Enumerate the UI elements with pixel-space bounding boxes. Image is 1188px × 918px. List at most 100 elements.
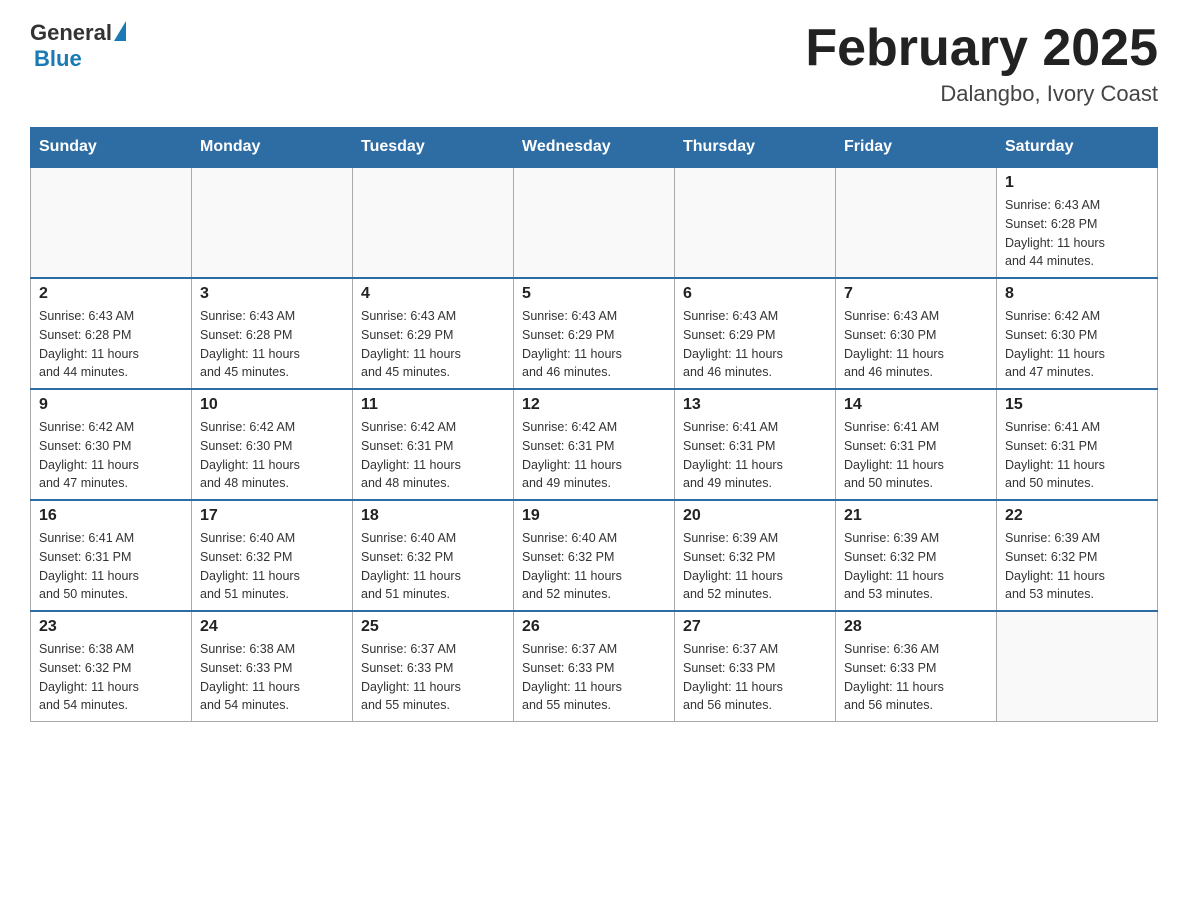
day-info: Sunrise: 6:42 AM Sunset: 6:31 PM Dayligh…: [522, 418, 666, 493]
calendar-cell: 2 Sunrise: 6:43 AM Sunset: 6:28 PM Daylig…: [31, 278, 192, 389]
day-info: Sunrise: 6:43 AM Sunset: 6:28 PM Dayligh…: [200, 307, 344, 382]
calendar-cell: 9 Sunrise: 6:42 AM Sunset: 6:30 PM Daylig…: [31, 389, 192, 500]
calendar-title: February 2025: [805, 20, 1158, 77]
day-info: Sunrise: 6:37 AM Sunset: 6:33 PM Dayligh…: [683, 640, 827, 715]
week-row-3: 9 Sunrise: 6:42 AM Sunset: 6:30 PM Daylig…: [31, 389, 1158, 500]
calendar-cell: 26 Sunrise: 6:37 AM Sunset: 6:33 PM Dayli…: [514, 611, 675, 722]
calendar-cell: 7 Sunrise: 6:43 AM Sunset: 6:30 PM Daylig…: [836, 278, 997, 389]
calendar-cell: 27 Sunrise: 6:37 AM Sunset: 6:33 PM Dayli…: [675, 611, 836, 722]
calendar-cell: [997, 611, 1158, 722]
day-number: 9: [39, 396, 183, 414]
day-info: Sunrise: 6:37 AM Sunset: 6:33 PM Dayligh…: [361, 640, 505, 715]
calendar-cell: 14 Sunrise: 6:41 AM Sunset: 6:31 PM Dayli…: [836, 389, 997, 500]
calendar-subtitle: Dalangbo, Ivory Coast: [805, 81, 1158, 107]
calendar-cell: 3 Sunrise: 6:43 AM Sunset: 6:28 PM Daylig…: [192, 278, 353, 389]
day-info: Sunrise: 6:38 AM Sunset: 6:33 PM Dayligh…: [200, 640, 344, 715]
page-header: General Blue February 2025 Dalangbo, Ivo…: [30, 20, 1158, 107]
day-info: Sunrise: 6:43 AM Sunset: 6:30 PM Dayligh…: [844, 307, 988, 382]
day-info: Sunrise: 6:42 AM Sunset: 6:31 PM Dayligh…: [361, 418, 505, 493]
day-number: 27: [683, 618, 827, 636]
calendar-cell: 10Sunrise: 6:42 AM Sunset: 6:30 PM Dayli…: [192, 389, 353, 500]
weekday-header-monday: Monday: [192, 128, 353, 168]
calendar-cell: 28 Sunrise: 6:36 AM Sunset: 6:33 PM Dayli…: [836, 611, 997, 722]
calendar-cell: [836, 167, 997, 278]
weekday-header-thursday: Thursday: [675, 128, 836, 168]
calendar-cell: 24 Sunrise: 6:38 AM Sunset: 6:33 PM Dayli…: [192, 611, 353, 722]
weekday-header-saturday: Saturday: [997, 128, 1158, 168]
calendar-cell: 8 Sunrise: 6:42 AM Sunset: 6:30 PM Daylig…: [997, 278, 1158, 389]
calendar-cell: 22 Sunrise: 6:39 AM Sunset: 6:32 PM Dayli…: [997, 500, 1158, 611]
calendar-cell: 13Sunrise: 6:41 AM Sunset: 6:31 PM Dayli…: [675, 389, 836, 500]
weekday-header-wednesday: Wednesday: [514, 128, 675, 168]
calendar-cell: 17 Sunrise: 6:40 AM Sunset: 6:32 PM Dayli…: [192, 500, 353, 611]
calendar-cell: 23 Sunrise: 6:38 AM Sunset: 6:32 PM Dayli…: [31, 611, 192, 722]
day-number: 8: [1005, 285, 1149, 303]
calendar-cell: 18Sunrise: 6:40 AM Sunset: 6:32 PM Dayli…: [353, 500, 514, 611]
day-number: 24: [200, 618, 344, 636]
calendar-table: SundayMondayTuesdayWednesdayThursdayFrid…: [30, 127, 1158, 722]
logo: General Blue: [30, 20, 126, 72]
day-number: 2: [39, 285, 183, 303]
calendar-cell: 6 Sunrise: 6:43 AM Sunset: 6:29 PM Daylig…: [675, 278, 836, 389]
calendar-cell: 25Sunrise: 6:37 AM Sunset: 6:33 PM Dayli…: [353, 611, 514, 722]
day-number: 1: [1005, 174, 1149, 192]
day-info: Sunrise: 6:42 AM Sunset: 6:30 PM Dayligh…: [39, 418, 183, 493]
calendar-cell: [353, 167, 514, 278]
title-block: February 2025 Dalangbo, Ivory Coast: [805, 20, 1158, 107]
calendar-cell: 11 Sunrise: 6:42 AM Sunset: 6:31 PM Dayli…: [353, 389, 514, 500]
day-info: Sunrise: 6:41 AM Sunset: 6:31 PM Dayligh…: [844, 418, 988, 493]
day-number: 15: [1005, 396, 1149, 414]
day-number: 5: [522, 285, 666, 303]
day-info: Sunrise: 6:41 AM Sunset: 6:31 PM Dayligh…: [1005, 418, 1149, 493]
day-number: 4: [361, 285, 505, 303]
day-info: Sunrise: 6:38 AM Sunset: 6:32 PM Dayligh…: [39, 640, 183, 715]
day-info: Sunrise: 6:37 AM Sunset: 6:33 PM Dayligh…: [522, 640, 666, 715]
calendar-cell: 21Sunrise: 6:39 AM Sunset: 6:32 PM Dayli…: [836, 500, 997, 611]
day-number: 3: [200, 285, 344, 303]
week-row-2: 2 Sunrise: 6:43 AM Sunset: 6:28 PM Daylig…: [31, 278, 1158, 389]
day-info: Sunrise: 6:43 AM Sunset: 6:28 PM Dayligh…: [1005, 196, 1149, 271]
day-number: 19: [522, 507, 666, 525]
logo-triangle-icon: [114, 21, 126, 41]
calendar-cell: [514, 167, 675, 278]
day-number: 7: [844, 285, 988, 303]
day-info: Sunrise: 6:42 AM Sunset: 6:30 PM Dayligh…: [1005, 307, 1149, 382]
day-info: Sunrise: 6:43 AM Sunset: 6:29 PM Dayligh…: [683, 307, 827, 382]
day-info: Sunrise: 6:43 AM Sunset: 6:29 PM Dayligh…: [522, 307, 666, 382]
calendar-cell: [192, 167, 353, 278]
day-info: Sunrise: 6:39 AM Sunset: 6:32 PM Dayligh…: [683, 529, 827, 604]
day-number: 26: [522, 618, 666, 636]
calendar-cell: 1 Sunrise: 6:43 AM Sunset: 6:28 PM Daylig…: [997, 167, 1158, 278]
day-info: Sunrise: 6:36 AM Sunset: 6:33 PM Dayligh…: [844, 640, 988, 715]
week-row-5: 23 Sunrise: 6:38 AM Sunset: 6:32 PM Dayli…: [31, 611, 1158, 722]
day-number: 6: [683, 285, 827, 303]
calendar-cell: 20 Sunrise: 6:39 AM Sunset: 6:32 PM Dayli…: [675, 500, 836, 611]
calendar-cell: 12 Sunrise: 6:42 AM Sunset: 6:31 PM Dayli…: [514, 389, 675, 500]
calendar-header-row: SundayMondayTuesdayWednesdayThursdayFrid…: [31, 128, 1158, 168]
day-number: 28: [844, 618, 988, 636]
calendar-cell: 15 Sunrise: 6:41 AM Sunset: 6:31 PM Dayli…: [997, 389, 1158, 500]
day-number: 17: [200, 507, 344, 525]
weekday-header-friday: Friday: [836, 128, 997, 168]
day-number: 14: [844, 396, 988, 414]
calendar-cell: 19 Sunrise: 6:40 AM Sunset: 6:32 PM Dayli…: [514, 500, 675, 611]
weekday-header-tuesday: Tuesday: [353, 128, 514, 168]
day-info: Sunrise: 6:40 AM Sunset: 6:32 PM Dayligh…: [522, 529, 666, 604]
day-number: 23: [39, 618, 183, 636]
logo-general-text: General: [30, 20, 112, 46]
week-row-1: 1 Sunrise: 6:43 AM Sunset: 6:28 PM Daylig…: [31, 167, 1158, 278]
day-info: Sunrise: 6:40 AM Sunset: 6:32 PM Dayligh…: [200, 529, 344, 604]
day-number: 11: [361, 396, 505, 414]
day-info: Sunrise: 6:41 AM Sunset: 6:31 PM Dayligh…: [683, 418, 827, 493]
day-number: 22: [1005, 507, 1149, 525]
week-row-4: 16Sunrise: 6:41 AM Sunset: 6:31 PM Dayli…: [31, 500, 1158, 611]
day-info: Sunrise: 6:40 AM Sunset: 6:32 PM Dayligh…: [361, 529, 505, 604]
day-number: 12: [522, 396, 666, 414]
calendar-cell: 16Sunrise: 6:41 AM Sunset: 6:31 PM Dayli…: [31, 500, 192, 611]
calendar-cell: 5 Sunrise: 6:43 AM Sunset: 6:29 PM Daylig…: [514, 278, 675, 389]
day-info: Sunrise: 6:43 AM Sunset: 6:28 PM Dayligh…: [39, 307, 183, 382]
day-info: Sunrise: 6:39 AM Sunset: 6:32 PM Dayligh…: [1005, 529, 1149, 604]
day-info: Sunrise: 6:42 AM Sunset: 6:30 PM Dayligh…: [200, 418, 344, 493]
day-info: Sunrise: 6:43 AM Sunset: 6:29 PM Dayligh…: [361, 307, 505, 382]
day-number: 20: [683, 507, 827, 525]
